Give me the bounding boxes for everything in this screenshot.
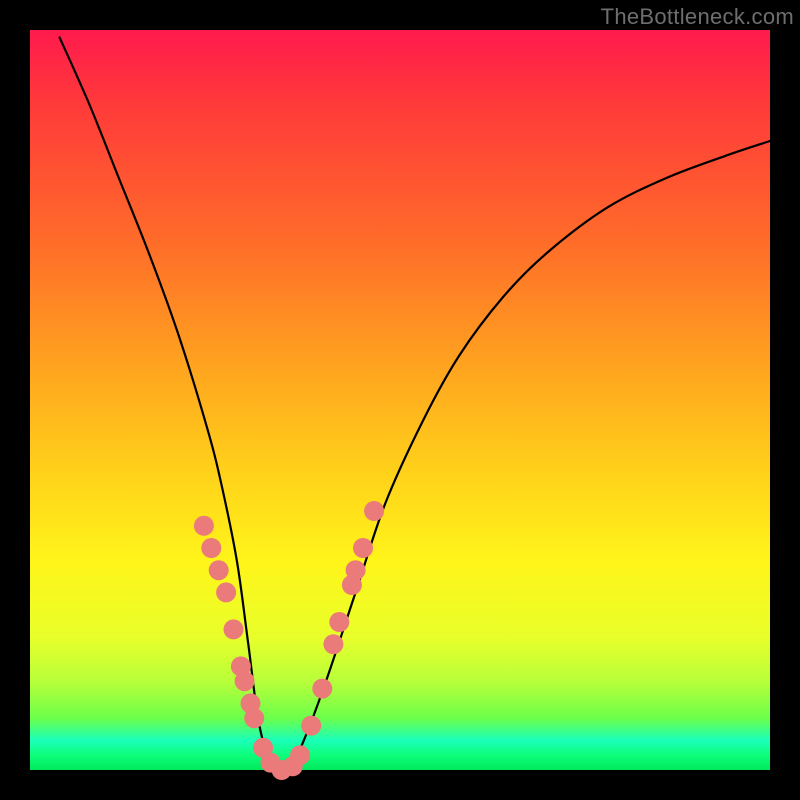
- watermark-text: TheBottleneck.com: [601, 4, 794, 30]
- plot-area: [30, 30, 770, 770]
- canvas: TheBottleneck.com: [0, 0, 800, 800]
